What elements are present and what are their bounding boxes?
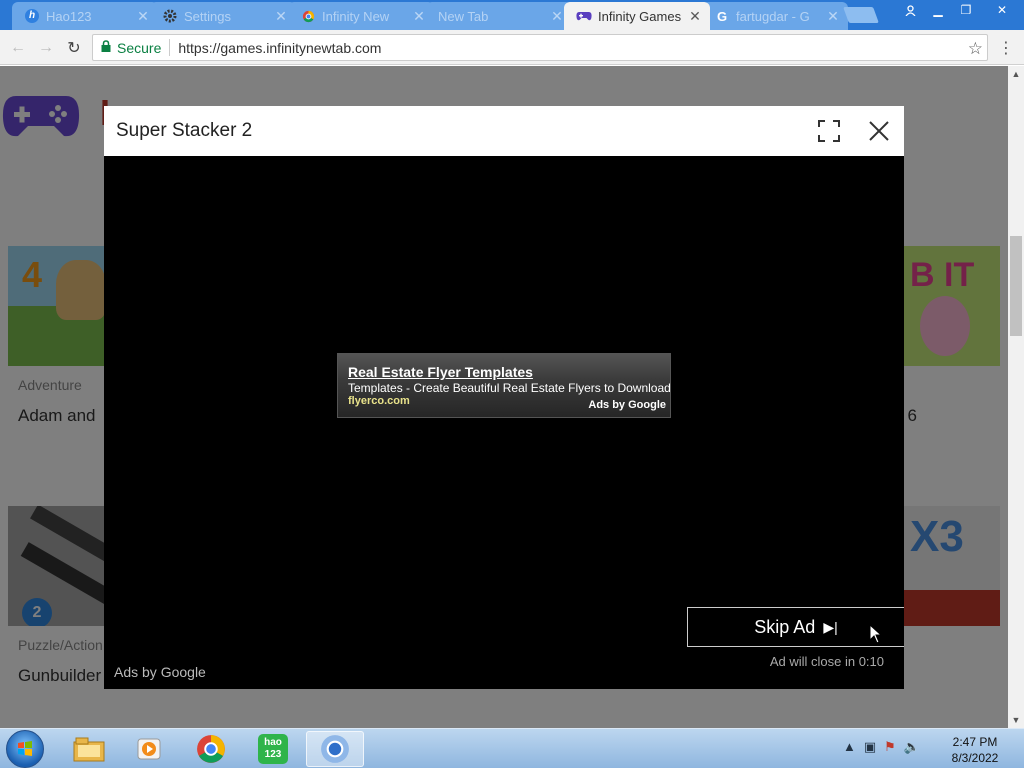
user-icon[interactable] xyxy=(896,0,924,20)
ad-description: Templates - Create Beautiful Real Estate… xyxy=(348,381,671,395)
ads-by-google-label: Ads by Google xyxy=(114,664,206,680)
volume-icon[interactable]: 🔈 xyxy=(904,739,920,755)
address-bar[interactable]: Secure https://games.infinitynewtab.com … xyxy=(92,34,988,61)
scroll-down-icon[interactable]: ▼ xyxy=(1008,712,1024,728)
taskbar-hao123[interactable]: hao 123 xyxy=(244,731,302,767)
ad-banner[interactable]: Real Estate Flyer Templates Templates - … xyxy=(337,353,671,418)
tab-close-icon[interactable]: ✕ xyxy=(136,8,150,25)
tab-label: Infinity New xyxy=(322,8,390,24)
forward-icon[interactable]: → xyxy=(35,37,57,59)
taskbar-clock[interactable]: 2:47 PM 8/3/2022 xyxy=(940,734,1010,766)
ad-headline[interactable]: Real Estate Flyer Templates xyxy=(348,364,660,380)
tab-label: Hao123 xyxy=(46,8,92,24)
hao123-icon: h xyxy=(24,8,40,24)
reload-icon[interactable]: ↻ xyxy=(63,37,85,59)
tab-label: Infinity Games xyxy=(598,8,682,24)
tab-label: fartugdar - G xyxy=(736,8,810,24)
tab-close-icon[interactable]: ✕ xyxy=(412,8,426,25)
secure-label: Secure xyxy=(117,39,162,56)
clock-time: 2:47 PM xyxy=(952,735,998,749)
taskbar-chrome[interactable] xyxy=(182,731,240,767)
taskbar-chrome-active[interactable] xyxy=(306,731,364,767)
tab-label: Settings xyxy=(184,8,231,24)
clock-date: 8/3/2022 xyxy=(951,751,999,765)
windows-logo-icon xyxy=(18,741,32,756)
tab-settings[interactable]: Settings ✕ xyxy=(150,2,296,30)
ad-display-url[interactable]: flyerco.com xyxy=(348,395,410,407)
page-scrollbar[interactable]: ▲ ▼ xyxy=(1008,66,1024,728)
close-window-button[interactable]: ✕ xyxy=(980,0,1024,20)
restore-button[interactable]: ❐ xyxy=(952,0,980,20)
media-player-icon xyxy=(137,738,161,760)
start-button[interactable] xyxy=(6,730,44,768)
bookmark-star-icon[interactable]: ☆ xyxy=(968,39,983,59)
network-icon[interactable]: ▣ xyxy=(864,739,876,755)
skip-next-icon: ▶| xyxy=(823,618,838,635)
folder-icon xyxy=(73,737,105,762)
modal-title: Super Stacker 2 xyxy=(116,120,253,141)
minimize-button[interactable]: ▁ xyxy=(924,0,952,20)
google-icon: G xyxy=(716,8,728,24)
tab-close-icon[interactable]: ✕ xyxy=(688,8,702,25)
ad-close-timer: Ad will close in 0:10 xyxy=(769,654,884,669)
fullscreen-icon[interactable] xyxy=(817,119,841,143)
tab-close-icon[interactable]: ✕ xyxy=(274,8,288,25)
modal-header: Super Stacker 2 xyxy=(104,106,904,156)
window-controls: ▁ ❐ ✕ xyxy=(896,0,1024,20)
scrollbar-thumb[interactable] xyxy=(1010,236,1022,336)
new-tab-button[interactable] xyxy=(843,7,879,23)
windows-taskbar: hao 123 ▲ ▣ ⚑ 🔈 2:47 PM 8/3/2022 xyxy=(0,728,1024,768)
tab-google-search[interactable]: G fartugdar - G ✕ xyxy=(702,2,848,30)
taskbar-media-player[interactable] xyxy=(120,731,178,767)
chrome-icon xyxy=(197,735,225,763)
tab-close-icon[interactable]: ✕ xyxy=(826,8,840,25)
close-icon[interactable] xyxy=(868,120,890,142)
skip-ad-label: Skip Ad xyxy=(754,616,816,637)
tab-new-tab[interactable]: New Tab ✕ xyxy=(426,2,572,30)
ad-attribution[interactable]: Ads by Google xyxy=(588,399,666,411)
tab-close-icon[interactable]: ✕ xyxy=(550,8,564,25)
tab-infinity-new[interactable]: Infinity New ✕ xyxy=(288,2,434,30)
action-center-flag-icon[interactable]: ⚑ xyxy=(884,739,896,755)
tab-strip: h Hao123 ✕ Settings ✕ Infinity New ✕ New… xyxy=(0,0,1024,30)
tab-label: New Tab xyxy=(438,8,489,24)
url-text[interactable]: https://games.infinitynewtab.com xyxy=(178,40,381,56)
tab-infinity-games[interactable]: Infinity Games ✕ xyxy=(564,2,710,30)
tray-expand-icon[interactable]: ▲ xyxy=(843,739,856,755)
browser-toolbar: ← → ↻ Secure https://games.infinitynewta… xyxy=(0,30,1024,65)
lock-icon xyxy=(101,40,111,55)
taskbar-explorer[interactable] xyxy=(60,731,118,767)
gear-icon xyxy=(162,8,178,24)
gamepad-icon xyxy=(576,8,592,24)
back-icon[interactable]: ← xyxy=(7,37,29,59)
scroll-up-icon[interactable]: ▲ xyxy=(1008,66,1024,82)
system-tray: ▲ ▣ ⚑ 🔈 xyxy=(843,739,920,755)
chrome-icon xyxy=(300,8,316,24)
chrome-icon xyxy=(321,735,349,763)
hao123-icon: hao 123 xyxy=(258,734,288,764)
mouse-cursor-icon xyxy=(869,624,883,644)
menu-dots-icon[interactable]: ⋮ xyxy=(998,38,1014,58)
tab-hao123[interactable]: h Hao123 ✕ xyxy=(12,2,158,30)
address-divider xyxy=(169,39,171,56)
game-modal: Super Stacker 2 Real Estate Flyer Templa… xyxy=(104,106,904,689)
